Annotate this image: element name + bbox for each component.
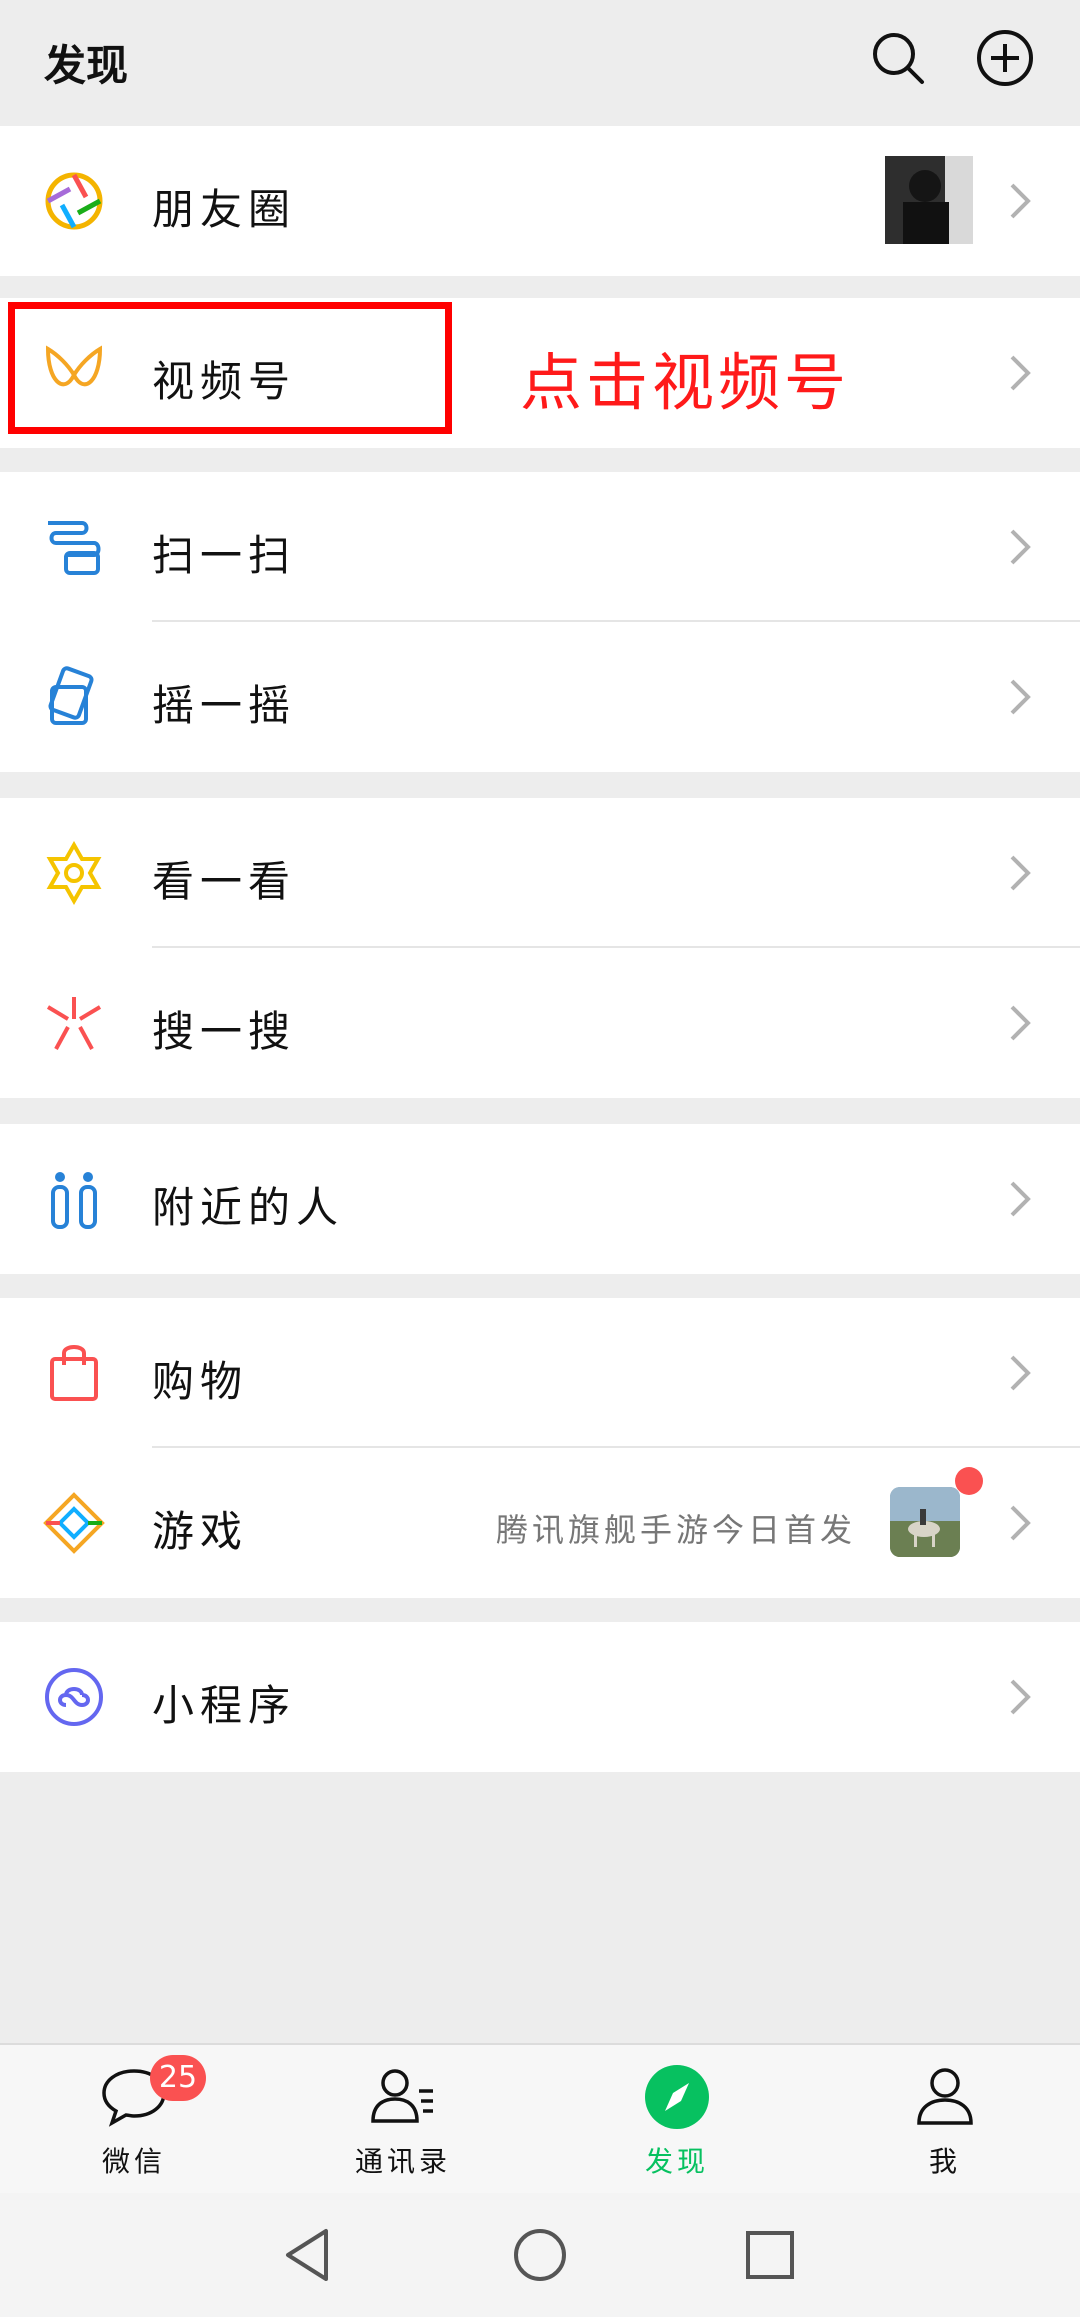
chevron-right-icon — [1010, 1355, 1031, 1391]
chevron-right-icon — [1010, 183, 1031, 219]
notification-dot — [955, 1467, 983, 1495]
top-bar: 发现 — [0, 0, 1080, 126]
nearby-icon — [51, 1172, 97, 1229]
top-stories-icon — [46, 841, 102, 905]
row-top-stories[interactable]: 看一看 — [0, 798, 1080, 948]
search-feature-label: 搜一搜 — [152, 1007, 297, 1056]
chevron-right-icon — [1010, 679, 1031, 715]
games-label: 游戏 — [152, 1507, 249, 1556]
home-circle-icon[interactable] — [508, 2223, 572, 2287]
add-icon[interactable] — [975, 28, 1035, 88]
section-mini-programs: 小程序 — [0, 1622, 1080, 1772]
row-scan[interactable]: 扫一扫 — [0, 472, 1080, 622]
game-thumbnail — [890, 1487, 960, 1557]
moments-label: 朋友圈 — [152, 185, 297, 234]
annotation-text: 点击视频号 — [520, 346, 851, 419]
search-icon[interactable] — [868, 28, 928, 88]
tab-me-label: 我 — [928, 2145, 961, 2178]
mini-programs-label: 小程序 — [152, 1681, 297, 1730]
chevron-right-icon — [1010, 355, 1031, 391]
row-search[interactable]: 搜一搜 — [0, 948, 1080, 1098]
compass-icon — [645, 2065, 709, 2129]
row-mini-programs[interactable]: 小程序 — [0, 1622, 1080, 1772]
scan-label: 扫一扫 — [152, 531, 297, 580]
shopping-label: 购物 — [152, 1357, 249, 1406]
tab-contacts-label: 通讯录 — [354, 2145, 451, 2178]
chevron-right-icon — [1010, 529, 1031, 565]
scan-icon — [48, 521, 101, 575]
tab-me[interactable]: 我 — [865, 2045, 1025, 2195]
highlight-box — [8, 302, 452, 434]
shake-icon — [48, 666, 94, 725]
shake-label: 摇一摇 — [152, 681, 297, 730]
top-stories-label: 看一看 — [152, 857, 297, 906]
shopping-bag-icon — [50, 1345, 98, 1401]
chevron-right-icon — [1010, 1505, 1031, 1541]
search-feature-icon — [46, 997, 102, 1050]
tab-discover[interactable]: 发现 — [597, 2045, 757, 2195]
chevron-right-icon — [1010, 1679, 1031, 1715]
recents-square-icon[interactable] — [738, 2223, 802, 2287]
row-shake[interactable]: 摇一摇 — [0, 622, 1080, 772]
section-nearby: 附近的人 — [0, 1124, 1080, 1274]
chevron-right-icon — [1010, 855, 1031, 891]
chevron-right-icon — [1010, 1005, 1031, 1041]
row-shopping[interactable]: 购物 — [0, 1298, 1080, 1448]
section-scan-shake: 扫一扫 摇一摇 — [0, 472, 1080, 772]
tab-chats-label: 微信 — [101, 2145, 166, 2178]
back-triangle-icon[interactable] — [278, 2223, 342, 2287]
moments-icon — [45, 172, 103, 230]
games-icon — [43, 1492, 105, 1554]
tab-discover-label: 发现 — [644, 2145, 709, 2178]
page-title: 发现 — [44, 41, 129, 90]
system-nav-bar — [0, 2193, 1080, 2317]
section-stories-search: 看一看 搜一搜 — [0, 798, 1080, 1098]
games-subtitle: 腾讯旗舰手游今日首发 — [496, 1511, 857, 1549]
mini-programs-icon — [45, 1668, 103, 1726]
nearby-label: 附近的人 — [152, 1183, 345, 1232]
moments-thumbnail — [885, 156, 973, 244]
contacts-icon — [371, 2069, 433, 2123]
unread-badge: 25 — [150, 2055, 206, 2101]
row-nearby[interactable]: 附近的人 — [0, 1124, 1080, 1274]
tab-contacts[interactable]: 通讯录 — [323, 2045, 483, 2195]
profile-icon — [917, 2068, 973, 2125]
chevron-right-icon — [1010, 1181, 1031, 1217]
